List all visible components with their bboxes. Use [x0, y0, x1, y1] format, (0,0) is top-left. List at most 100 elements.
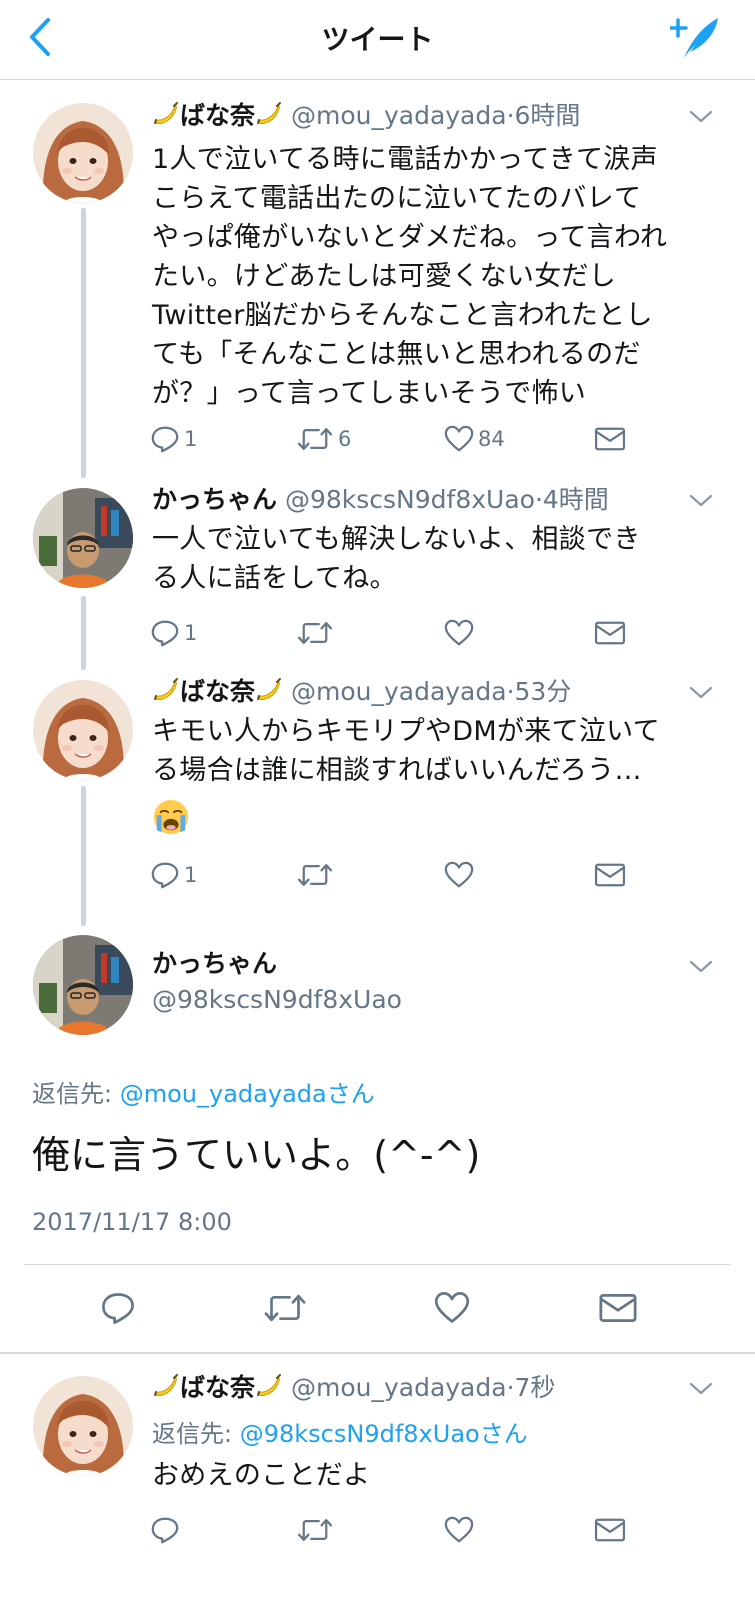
reply-count: 1: [184, 863, 198, 887]
tweet-text-line: が？」って言ってしまいそうで怖い: [152, 378, 587, 409]
divider: [24, 1264, 731, 1265]
tweet-text-line: キモい人からキモリプやDMが来て泣いて: [152, 716, 660, 747]
reply-icon: [100, 1290, 136, 1326]
thread-connector: [81, 786, 86, 926]
tweet-text-line: こらえて電話出たのに泣いてたのバレて: [152, 183, 642, 214]
retweet-button[interactable]: [296, 618, 334, 648]
chevron-down-icon[interactable]: [688, 492, 714, 510]
direct-message-button[interactable]: [594, 426, 626, 452]
tweet-text-line: 一人で泣いても解決しないよ、相談でき: [152, 524, 641, 555]
heart-icon: [444, 1515, 474, 1545]
chevron-down-icon[interactable]: [688, 684, 714, 702]
compose-tweet-icon: [668, 18, 718, 58]
display-name[interactable]: ばな奈: [180, 101, 255, 130]
envelope-icon: [598, 1292, 638, 1324]
tweet-text-line: ても「そんなことは無いと思われるのだ: [152, 339, 641, 370]
display-name[interactable]: かっちゃん: [152, 485, 277, 514]
reply-button[interactable]: 1: [150, 618, 197, 648]
direct-message-button[interactable]: [594, 862, 626, 888]
envelope-icon: [594, 620, 626, 646]
page-title: ツイート: [321, 23, 434, 56]
tweet-time[interactable]: 6時間: [515, 101, 581, 130]
tweet-text: 1人で泣いてる時に電話かかってきて涙声 こらえて電話出たのに泣いてたのバレて や…: [152, 140, 722, 413]
envelope-icon: [594, 862, 626, 888]
heart-icon: [444, 424, 474, 454]
tweet-text: キモい人からキモリプやDMが来て泣いて る場合は誰に相談すればいいんだろう…: [152, 712, 722, 848]
banana-emoji: [255, 1373, 283, 1401]
loudly-crying-face-emoji: [152, 798, 190, 836]
tweet-time[interactable]: 53分: [515, 677, 572, 706]
avatar[interactable]: [33, 680, 133, 780]
user-handle[interactable]: @98kscsN9df8xUao: [285, 485, 535, 514]
heart-icon: [434, 1290, 470, 1326]
separator-dot: ·: [506, 677, 515, 706]
direct-message-button[interactable]: [598, 1292, 638, 1324]
tweet-text-line: 1人で泣いてる時に電話かかってきて涙声: [152, 144, 658, 175]
reply-icon: [150, 424, 180, 454]
like-button[interactable]: [444, 618, 474, 648]
chevron-down-icon[interactable]: [688, 1380, 714, 1398]
banana-emoji: [152, 1373, 180, 1401]
separator-dot: ·: [506, 1373, 515, 1402]
chevron-down-icon[interactable]: [688, 958, 714, 976]
focused-tweet-text: 俺に言うていいよ。(^-^): [32, 1133, 481, 1177]
envelope-icon: [594, 426, 626, 452]
tweet-time[interactable]: 4時間: [543, 485, 609, 514]
tweet-timestamp: 2017/11/17 8:00: [32, 1208, 232, 1236]
reply-button[interactable]: [150, 1515, 180, 1545]
reply-count: 1: [184, 427, 198, 451]
reply-button[interactable]: [100, 1290, 136, 1326]
reply-icon: [150, 1515, 180, 1545]
reply-button[interactable]: 1: [150, 424, 197, 454]
separator-dot: ·: [534, 485, 543, 514]
tweet-header: ばな奈 @mou_yadayada·53分: [152, 676, 571, 708]
retweet-button[interactable]: [262, 1290, 308, 1326]
tweet-text-line: たい。けどあたしは可愛くない女だし: [152, 261, 617, 292]
display-name[interactable]: ばな奈: [180, 677, 255, 706]
direct-message-button[interactable]: [594, 620, 626, 646]
tweet-text-line: やっぱ俺がいないとダメだね。って言われ: [152, 222, 668, 253]
top-nav-bar: ツイート: [0, 0, 755, 80]
thread-connector: [81, 596, 86, 670]
reply-to-line: 返信先: @98kscsN9df8xUaoさん: [152, 1414, 528, 1449]
user-handle[interactable]: @mou_yadayada: [291, 101, 507, 130]
separator-dot: ·: [506, 101, 515, 130]
heart-icon: [444, 618, 474, 648]
reply-to-label: 返信先:: [32, 1080, 113, 1108]
display-name[interactable]: ばな奈: [180, 1373, 255, 1402]
tweet-text-line: る人に話をしてね。: [152, 563, 397, 594]
reply-button[interactable]: 1: [150, 860, 197, 890]
reply-icon: [150, 860, 180, 890]
like-button[interactable]: [444, 1515, 474, 1545]
avatar[interactable]: [33, 935, 133, 1035]
chevron-down-icon[interactable]: [688, 108, 714, 126]
thread-connector: [81, 208, 86, 478]
like-button[interactable]: [444, 860, 474, 890]
avatar[interactable]: [33, 103, 133, 203]
retweet-icon: [296, 860, 334, 890]
reply-to-user-link[interactable]: @98kscsN9df8xUaoさん: [240, 1420, 528, 1448]
user-handle[interactable]: @mou_yadayada: [291, 1373, 507, 1402]
tweet-text-line: Twitter脳だからそんなこと言われたとし: [152, 300, 653, 331]
tweet-time[interactable]: 7秒: [515, 1373, 556, 1402]
compose-tweet-button[interactable]: [668, 14, 722, 62]
like-count: 84: [478, 427, 505, 451]
display-name[interactable]: かっちゃん: [152, 948, 277, 980]
section-divider: [0, 1352, 755, 1354]
banana-emoji: [152, 101, 180, 129]
avatar[interactable]: [33, 488, 133, 588]
retweet-button[interactable]: [296, 1515, 334, 1545]
user-handle[interactable]: @mou_yadayada: [291, 677, 507, 706]
like-button[interactable]: 84: [444, 424, 505, 454]
retweet-button[interactable]: 6: [296, 424, 351, 454]
user-handle[interactable]: @98kscsN9df8xUao: [152, 984, 402, 1016]
like-button[interactable]: [434, 1290, 470, 1326]
retweet-icon: [296, 618, 334, 648]
tweet-header: ばな奈 @mou_yadayada·6時間: [152, 100, 580, 132]
avatar[interactable]: [33, 1376, 133, 1476]
direct-message-button[interactable]: [594, 1517, 626, 1543]
tweet-text-line: る場合は誰に相談すればいいんだろう…: [152, 755, 642, 786]
retweet-icon: [262, 1290, 308, 1326]
retweet-button[interactable]: [296, 860, 334, 890]
reply-to-user-link[interactable]: @mou_yadayadaさん: [120, 1080, 375, 1108]
